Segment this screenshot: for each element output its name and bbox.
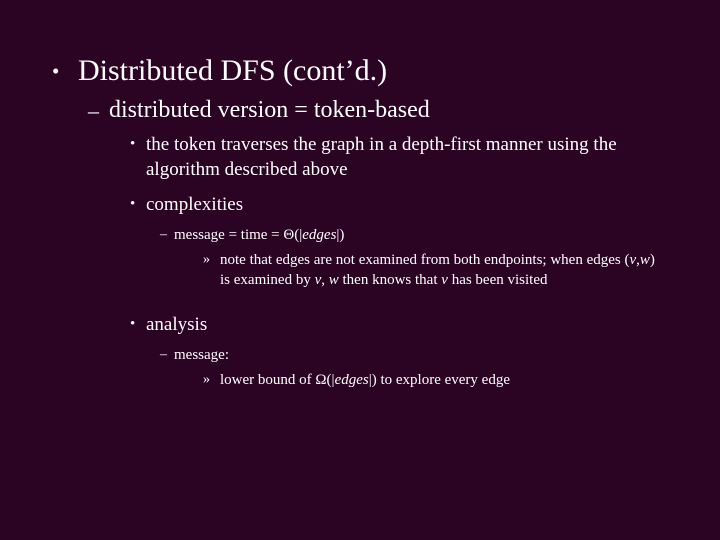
- bullet-level1-icon: •: [52, 59, 60, 83]
- outline-text-lower-bound: lower bound of Ω(|edges|) to explore eve…: [220, 370, 510, 390]
- outline-text-distributed-version: distributed version = token-based: [109, 97, 430, 123]
- outline-item-level4-message: – message:: [160, 345, 720, 365]
- lower-bound-suffix: |) to explore every edge: [368, 372, 510, 388]
- outline-text-complexities: complexities: [146, 194, 244, 215]
- outline-text-note-edges: note that edges are not examined from bo…: [220, 250, 660, 290]
- outline-item-level1-title: • Distributed DFS (cont’d.): [52, 52, 720, 90]
- dash-level2-icon: –: [88, 98, 99, 123]
- bullet-level3-icon: •: [130, 136, 136, 152]
- dash-level4-icon: –: [160, 347, 167, 362]
- vertex-w-variable: w: [639, 252, 650, 268]
- outline-text-analysis: analysis: [146, 314, 208, 335]
- dash-level4-icon: –: [160, 227, 167, 242]
- message-time-prefix: message = time =: [174, 227, 284, 243]
- edges-variable: edges: [302, 227, 337, 243]
- outline-text-token-traverses: the token traverses the graph in a depth…: [146, 134, 617, 180]
- note-part4: then knows that: [338, 272, 442, 288]
- omega-symbol: Ω(|: [315, 372, 335, 388]
- outline-item-level5-note: » note that edges are not examined from …: [203, 250, 720, 290]
- vertex-w-variable: w: [328, 272, 339, 288]
- outline-item-level2-version: – distributed version = token-based: [88, 95, 720, 126]
- note-part5: has been visited: [447, 272, 548, 288]
- slide-canvas: • Distributed DFS (cont’d.) – distribute…: [0, 0, 720, 540]
- outline-item-level3-analysis: • analysis: [130, 312, 720, 337]
- lower-bound-prefix: lower bound of: [220, 372, 316, 388]
- message-time-suffix: |): [336, 227, 345, 243]
- guillemet-level5-icon: »: [203, 252, 210, 267]
- bullet-level3-icon: •: [130, 196, 136, 212]
- vertex-v-variable: v: [441, 272, 448, 288]
- outline-text-message: message:: [174, 347, 229, 363]
- guillemet-level5-icon: »: [203, 372, 210, 387]
- bullet-level3-icon: •: [130, 316, 136, 332]
- note-part3: ,: [321, 272, 329, 288]
- outline-text-message-time: message = time = Θ(|edges|): [174, 225, 344, 245]
- outline-item-level3-token: • the token traverses the graph in a dep…: [130, 132, 720, 182]
- theta-symbol: Θ(|: [283, 227, 303, 243]
- outline-text-distributed-dfs: Distributed DFS (cont’d.): [78, 54, 388, 87]
- slide-outline: • Distributed DFS (cont’d.) – distribute…: [0, 0, 720, 390]
- outline-item-level4-message-time: – message = time = Θ(|edges|): [160, 225, 720, 245]
- outline-item-level5-lower-bound: » lower bound of Ω(|edges|) to explore e…: [203, 370, 720, 390]
- outline-item-level3-complexities: • complexities: [130, 192, 720, 217]
- edges-variable: edges: [334, 372, 369, 388]
- note-part1: note that edges are not examined from bo…: [220, 252, 630, 268]
